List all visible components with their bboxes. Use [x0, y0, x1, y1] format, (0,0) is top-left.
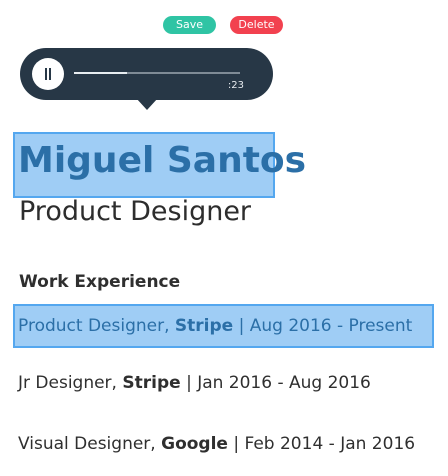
pause-icon [45, 68, 47, 80]
experience-dates: | Jan 2016 - Aug 2016 [186, 373, 371, 393]
experience-company: Stripe [174, 316, 234, 336]
audio-player: :23 [20, 48, 273, 100]
experience-role: Product Designer, [18, 316, 170, 336]
audio-progress-track[interactable] [74, 72, 240, 74]
resume-editor: Save Delete :23 Miguel Santos Product De… [0, 0, 448, 476]
audio-time: :23 [227, 80, 244, 91]
experience-dates: | Aug 2016 - Present [238, 316, 413, 336]
pause-icon-bar [49, 68, 51, 80]
experience-item-2[interactable]: Jr Designer, Stripe | Jan 2016 - Aug 201… [18, 373, 371, 393]
experience-item-1[interactable]: Product Designer, Stripe | Aug 2016 - Pr… [18, 316, 412, 336]
experience-role: Visual Designer, [18, 434, 156, 454]
profile-name[interactable]: Miguel Santos [18, 140, 306, 181]
experience-company: Google [161, 434, 228, 454]
work-experience-heading: Work Experience [19, 272, 181, 292]
save-button[interactable]: Save [163, 16, 216, 34]
experience-dates: | Feb 2014 - Jan 2016 [233, 434, 416, 454]
experience-item-3[interactable]: Visual Designer, Google | Feb 2014 - Jan… [18, 434, 415, 454]
experience-role: Jr Designer, [18, 373, 117, 393]
player-pointer [136, 98, 158, 110]
pause-button[interactable] [32, 58, 64, 90]
audio-progress-fill [74, 72, 128, 74]
delete-button[interactable]: Delete [230, 16, 283, 34]
experience-company: Stripe [122, 373, 181, 393]
profile-title[interactable]: Product Designer [19, 196, 251, 227]
